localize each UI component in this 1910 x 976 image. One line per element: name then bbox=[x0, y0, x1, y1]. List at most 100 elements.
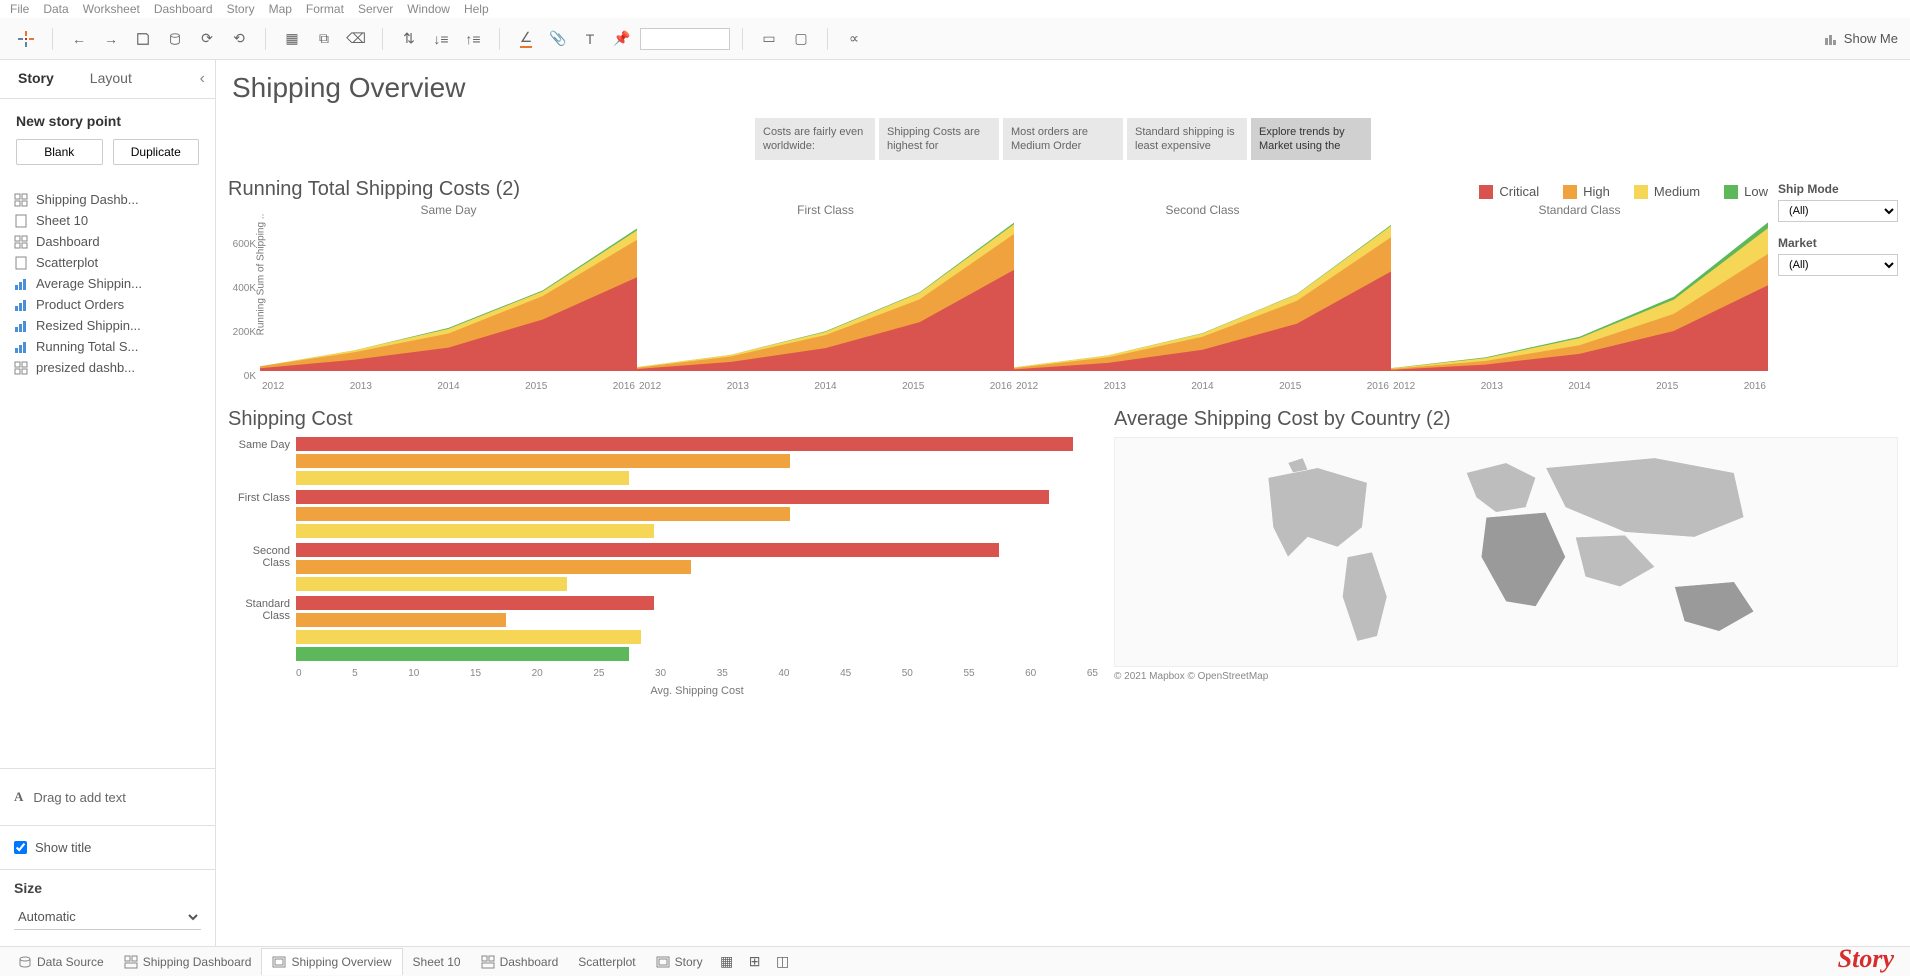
fit-icon[interactable]: ▭ bbox=[755, 25, 783, 53]
area-chart-panel[interactable]: Same Day bbox=[260, 209, 637, 379]
labels-icon[interactable]: T bbox=[576, 25, 604, 53]
save-icon[interactable] bbox=[129, 25, 157, 53]
bar[interactable] bbox=[296, 577, 567, 591]
filter-market-label: Market bbox=[1778, 236, 1898, 250]
area-chart-panel[interactable]: Standard Class bbox=[1391, 209, 1768, 379]
blank-button[interactable]: Blank bbox=[16, 139, 103, 165]
sidebar-item[interactable]: Average Shippin... bbox=[14, 273, 201, 294]
story-nav-point[interactable]: Costs are fairly even worldwide: bbox=[755, 118, 875, 160]
story-canvas: Shipping Overview Costs are fairly even … bbox=[216, 60, 1910, 946]
share-icon[interactable]: ∝ bbox=[840, 25, 868, 53]
chart1-title: Running Total Shipping Costs (2) bbox=[228, 178, 520, 201]
sidebar-item[interactable]: Running Total S... bbox=[14, 336, 201, 357]
legend-medium-swatch bbox=[1634, 185, 1648, 199]
new-data-icon[interactable] bbox=[161, 25, 189, 53]
filter-market-select[interactable]: (All) bbox=[1778, 254, 1898, 276]
bar[interactable] bbox=[296, 613, 506, 627]
new-worksheet-icon[interactable]: ▦ bbox=[713, 948, 741, 976]
sidebar-tab-layout[interactable]: Layout bbox=[72, 60, 150, 98]
refresh-icon[interactable]: ⟲ bbox=[225, 25, 253, 53]
text-icon: A bbox=[14, 789, 23, 805]
forward-icon[interactable]: → bbox=[97, 25, 125, 53]
sidebar-item[interactable]: Scatterplot bbox=[14, 252, 201, 273]
size-select[interactable]: Automatic bbox=[14, 904, 201, 930]
bar[interactable] bbox=[296, 454, 790, 468]
show-title-checkbox[interactable] bbox=[14, 841, 27, 854]
bottom-tab[interactable]: Data Source bbox=[8, 949, 114, 975]
show-me-button[interactable]: Show Me bbox=[1824, 31, 1898, 46]
sort-asc-icon[interactable]: ↓≡ bbox=[427, 25, 455, 53]
new-story-icon[interactable]: ◫ bbox=[769, 948, 797, 976]
story-nav: Costs are fairly even worldwide:Shipping… bbox=[228, 118, 1898, 160]
bottom-tab[interactable]: Shipping Overview bbox=[261, 948, 402, 975]
world-map-chart[interactable] bbox=[1114, 437, 1898, 667]
menu-map[interactable]: Map bbox=[269, 2, 292, 16]
group-icon[interactable]: 📎 bbox=[544, 25, 572, 53]
bar[interactable] bbox=[296, 543, 999, 557]
bar-category-label: Second Class bbox=[228, 543, 296, 569]
highlight-icon[interactable]: ∠ bbox=[512, 25, 540, 53]
bar[interactable] bbox=[296, 630, 641, 644]
bar[interactable] bbox=[296, 437, 1073, 451]
menu-format[interactable]: Format bbox=[306, 2, 344, 16]
toolbar-search-input[interactable] bbox=[640, 28, 730, 50]
new-sheet-icon[interactable]: ▦ bbox=[278, 25, 306, 53]
back-icon[interactable]: ← bbox=[65, 25, 93, 53]
area-chart-panel[interactable]: First Class bbox=[637, 209, 1014, 379]
swap-icon[interactable]: ⇅ bbox=[395, 25, 423, 53]
toolbar: ← → ⟳ ⟲ ▦ ⧉ ⌫ ⇅ ↓≡ ↑≡ ∠ 📎 T 📌 ▭ ▢ ∝ Show… bbox=[0, 18, 1910, 60]
legend-low-swatch bbox=[1724, 185, 1738, 199]
story-nav-point[interactable]: Most orders are Medium Order bbox=[1003, 118, 1123, 160]
sidebar-item[interactable]: Product Orders bbox=[14, 294, 201, 315]
menu-data[interactable]: Data bbox=[43, 2, 68, 16]
bar[interactable] bbox=[296, 490, 1049, 504]
pin-icon[interactable]: 📌 bbox=[608, 25, 636, 53]
presentation-icon[interactable]: ▢ bbox=[787, 25, 815, 53]
story-title[interactable]: Shipping Overview bbox=[232, 72, 1898, 104]
sidebar-item[interactable]: presized dashb... bbox=[14, 357, 201, 378]
bottom-tab[interactable]: Story bbox=[646, 949, 713, 975]
bar-category-label: Same Day bbox=[228, 437, 296, 451]
legend-high-swatch bbox=[1563, 185, 1577, 199]
bar[interactable] bbox=[296, 471, 629, 485]
menu-window[interactable]: Window bbox=[407, 2, 450, 16]
bottom-tab[interactable]: Shipping Dashboard bbox=[114, 949, 262, 975]
story-nav-point[interactable]: Shipping Costs are highest for bbox=[879, 118, 999, 160]
duplicate-icon[interactable]: ⧉ bbox=[310, 25, 338, 53]
collapse-sidebar-icon[interactable]: ‹ bbox=[190, 60, 215, 98]
story-nav-point[interactable]: Explore trends by Market using the bbox=[1251, 118, 1371, 160]
bottom-tab[interactable]: Sheet 10 bbox=[403, 949, 471, 975]
bar[interactable] bbox=[296, 560, 691, 574]
bar[interactable] bbox=[296, 524, 654, 538]
sort-desc-icon[interactable]: ↑≡ bbox=[459, 25, 487, 53]
bar[interactable] bbox=[296, 647, 629, 661]
menu-worksheet[interactable]: Worksheet bbox=[83, 2, 140, 16]
bar[interactable] bbox=[296, 596, 654, 610]
legend: Critical High Medium Low bbox=[1479, 184, 1768, 200]
bar[interactable] bbox=[296, 507, 790, 521]
menu-dashboard[interactable]: Dashboard bbox=[154, 2, 213, 16]
chart2-xlabel: Avg. Shipping Cost bbox=[296, 685, 1098, 697]
menu-server[interactable]: Server bbox=[358, 2, 393, 16]
sidebar-item[interactable]: Sheet 10 bbox=[14, 210, 201, 231]
menu-help[interactable]: Help bbox=[464, 2, 489, 16]
sidebar-item[interactable]: Resized Shippin... bbox=[14, 315, 201, 336]
menu-file[interactable]: File bbox=[10, 2, 29, 16]
story-nav-point[interactable]: Standard shipping is least expensive bbox=[1127, 118, 1247, 160]
drag-text-box[interactable]: A Drag to add text bbox=[0, 768, 215, 825]
bottom-tab[interactable]: Scatterplot bbox=[568, 949, 645, 975]
auto-update-icon[interactable]: ⟳ bbox=[193, 25, 221, 53]
sheets-list: Shipping Dashb...Sheet 10DashboardScatte… bbox=[0, 179, 215, 768]
sidebar-item[interactable]: Dashboard bbox=[14, 231, 201, 252]
duplicate-button[interactable]: Duplicate bbox=[113, 139, 200, 165]
filter-shipmode-select[interactable]: (All) bbox=[1778, 200, 1898, 222]
area-chart-panel[interactable]: Second Class bbox=[1014, 209, 1391, 379]
bottom-tab[interactable]: Dashboard bbox=[471, 949, 569, 975]
clear-icon[interactable]: ⌫ bbox=[342, 25, 370, 53]
sidebar-tab-story[interactable]: Story bbox=[0, 60, 72, 98]
tableau-logo-icon[interactable] bbox=[12, 25, 40, 53]
sidebar-item[interactable]: Shipping Dashb... bbox=[14, 189, 201, 210]
new-dashboard-icon[interactable]: ⊞ bbox=[741, 948, 769, 976]
menu-story[interactable]: Story bbox=[227, 2, 255, 16]
filter-shipmode-label: Ship Mode bbox=[1778, 182, 1898, 196]
